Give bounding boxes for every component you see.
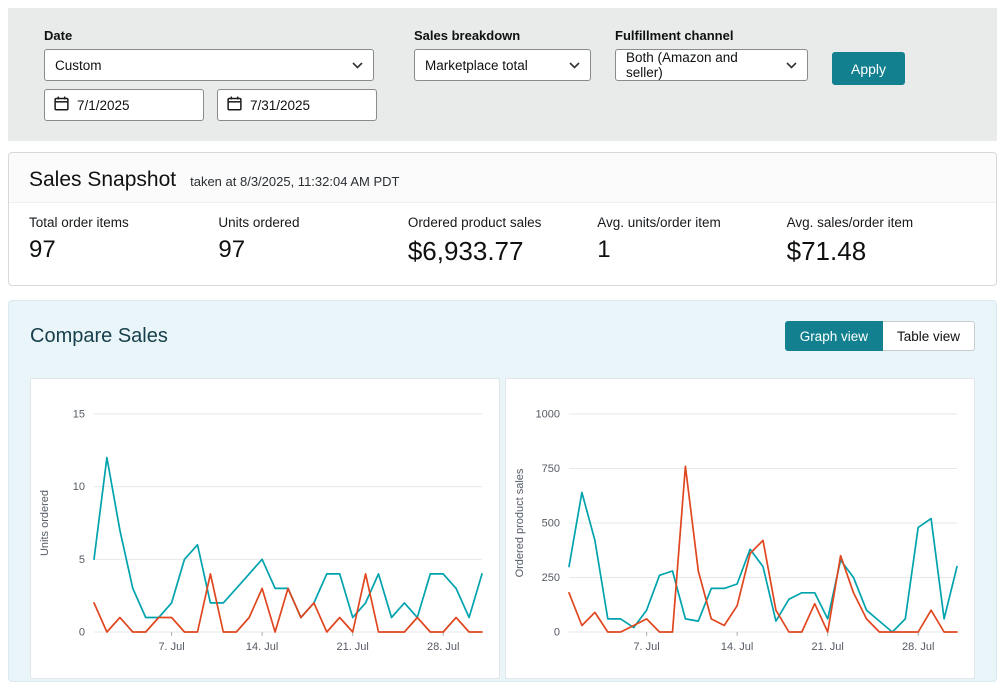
snapshot-metrics-row: Total order items 97 Units ordered 97 Or… xyxy=(9,203,996,285)
svg-text:28. Jul: 28. Jul xyxy=(902,641,934,653)
apply-button[interactable]: Apply xyxy=(832,52,906,85)
svg-text:21. Jul: 21. Jul xyxy=(336,641,368,653)
ordered-product-sales-chart: 0 250 500 750 1000 7. Jul 14. Jul 21. Jul 28. Ju… xyxy=(505,378,975,679)
svg-text:0: 0 xyxy=(554,627,560,639)
metric-value: $71.48 xyxy=(786,236,867,266)
view-toggle: Graph view Table view xyxy=(784,321,975,351)
start-date-input[interactable]: 7/1/2025 xyxy=(44,89,204,121)
svg-text:Units ordered: Units ordered xyxy=(39,490,51,556)
svg-text:21. Jul: 21. Jul xyxy=(811,641,843,653)
sales-breakdown-select-value: Marketplace total xyxy=(425,57,528,73)
svg-text:250: 250 xyxy=(542,572,560,584)
sales-dashboard-page: Date Custom 7/1/2025 7/31/2025 Sales bre… xyxy=(0,0,1005,690)
sales-snapshot-title: Sales Snapshot xyxy=(29,168,177,191)
metric-total-order-items: Total order items 97 xyxy=(29,215,218,267)
fulfillment-channel-filter-group: Fulfillment channel Both (Amazon and sel… xyxy=(615,28,808,81)
metric-value: 1 xyxy=(597,236,611,263)
svg-text:10: 10 xyxy=(73,481,85,493)
svg-text:14. Jul: 14. Jul xyxy=(721,641,753,653)
fulfillment-channel-label: Fulfillment channel xyxy=(615,28,734,43)
metric-avg-sales-per-order-item: Avg. sales/order item $71.48 xyxy=(787,215,976,267)
date-filter-label: Date xyxy=(44,28,73,43)
metric-label: Units ordered xyxy=(218,215,300,230)
svg-text:5: 5 xyxy=(79,554,85,566)
date-range-select[interactable]: Custom xyxy=(44,49,374,81)
compare-sales-title: Compare Sales xyxy=(30,324,168,347)
svg-text:0: 0 xyxy=(79,627,85,639)
filter-bar: Date Custom 7/1/2025 7/31/2025 Sales bre… xyxy=(8,8,997,141)
metric-value: 97 xyxy=(29,236,56,263)
sales-breakdown-label: Sales breakdown xyxy=(414,28,521,43)
end-date-input[interactable]: 7/31/2025 xyxy=(217,89,377,121)
calendar-icon xyxy=(54,96,69,114)
svg-text:7. Jul: 7. Jul xyxy=(158,641,184,653)
date-range-select-value: Custom xyxy=(55,57,102,73)
sales-snapshot-card: Sales Snapshot taken at 8/3/2025, 11:32:… xyxy=(8,152,997,286)
metric-avg-units-per-order-item: Avg. units/order item 1 xyxy=(597,215,786,267)
compare-sales-section: Compare Sales Graph view Table view 0 5 10… xyxy=(8,300,997,682)
chevron-down-icon xyxy=(569,61,580,69)
start-date-value: 7/1/2025 xyxy=(77,97,130,113)
table-view-button[interactable]: Table view xyxy=(882,321,975,351)
snapshot-timestamp: taken at 8/3/2025, 11:32:04 AM PDT xyxy=(190,174,400,189)
svg-text:Ordered product sales: Ordered product sales xyxy=(514,468,526,577)
svg-text:1000: 1000 xyxy=(536,409,560,421)
line-chart-svg: 0 5 10 15 7. Jul 14. Jul 21. Jul 28. Jul Units o… xyxy=(39,409,483,653)
metric-units-ordered: Units ordered 97 xyxy=(218,215,407,267)
metric-value: 97 xyxy=(218,236,246,263)
end-date-value: 7/31/2025 xyxy=(250,97,311,113)
metric-label: Avg. units/order item xyxy=(597,215,721,230)
svg-text:7. Jul: 7. Jul xyxy=(633,641,659,653)
line-chart-svg: 0 250 500 750 1000 7. Jul 14. Jul 21. Jul 28. Ju… xyxy=(514,409,958,653)
chevron-down-icon xyxy=(352,61,363,69)
sales-breakdown-filter-group: Sales breakdown Marketplace total xyxy=(414,28,591,81)
fulfillment-channel-select[interactable]: Both (Amazon and seller) xyxy=(615,49,808,81)
chevron-down-icon xyxy=(786,61,797,69)
metric-label: Avg. sales/order item xyxy=(786,215,914,230)
metric-value: $6,933.77 xyxy=(407,236,524,266)
graph-view-button[interactable]: Graph view xyxy=(784,321,883,351)
svg-text:28. Jul: 28. Jul xyxy=(427,641,459,653)
date-filter-group: Date Custom 7/1/2025 7/31/2025 xyxy=(44,28,390,121)
metric-ordered-product-sales: Ordered product sales $6,933.77 xyxy=(408,215,597,267)
metric-label: Ordered product sales xyxy=(407,215,542,230)
calendar-icon xyxy=(227,96,242,114)
svg-text:15: 15 xyxy=(73,409,85,421)
svg-text:14. Jul: 14. Jul xyxy=(246,641,278,653)
sales-breakdown-select[interactable]: Marketplace total xyxy=(414,49,591,81)
sales-snapshot-header: Sales Snapshot taken at 8/3/2025, 11:32:… xyxy=(9,153,996,203)
units-ordered-chart: 0 5 10 15 7. Jul 14. Jul 21. Jul 28. Jul Units o… xyxy=(30,378,500,679)
fulfillment-channel-select-value: Both (Amazon and seller) xyxy=(626,50,738,80)
svg-text:750: 750 xyxy=(542,463,560,475)
metric-label: Total order items xyxy=(29,215,129,230)
svg-text:500: 500 xyxy=(542,518,560,530)
